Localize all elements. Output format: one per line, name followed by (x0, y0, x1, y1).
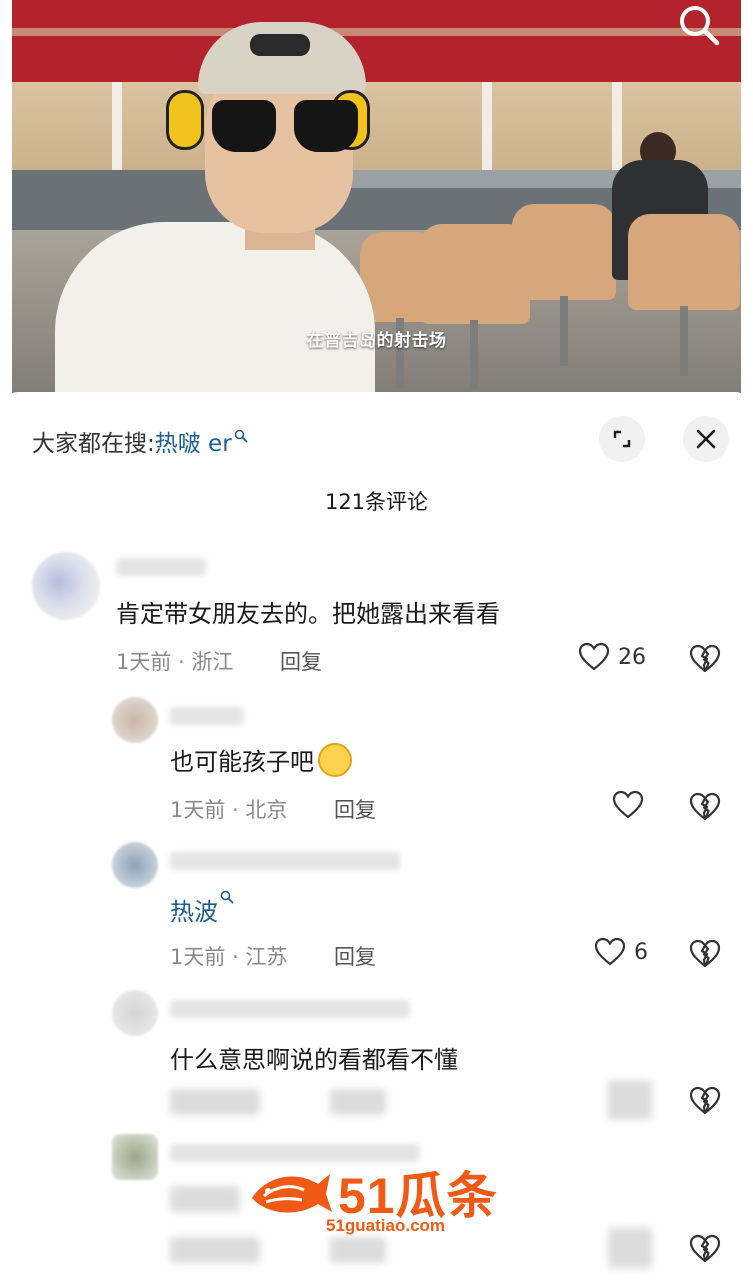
trending-prefix: 大家都在搜: (32, 431, 155, 457)
trending-search: 大家都在搜: 热啵 er (32, 424, 248, 458)
avatar[interactable] (112, 1134, 158, 1180)
reply-button[interactable]: 回复 (334, 941, 376, 971)
avatar[interactable] (112, 990, 158, 1036)
expand-button[interactable] (599, 416, 645, 462)
comments-sheet: 大家都在搜: 热啵 er 121条评论 肯定带女朋友去的。把她露出来看看 1天前… (0, 392, 753, 1280)
dislike-button[interactable] (689, 1234, 721, 1268)
like-button[interactable]: 26 (578, 642, 646, 672)
sunglasses (212, 100, 358, 154)
username-blurred[interactable] (170, 1000, 410, 1018)
search-small-icon (220, 890, 234, 904)
broken-heart-icon (689, 644, 721, 673)
reply-button[interactable]: 回复 (280, 646, 322, 676)
comment-count-title: 121条评论 (324, 490, 429, 514)
username-blurred[interactable] (170, 852, 400, 870)
username-blurred[interactable] (170, 707, 244, 725)
like-button-blurred[interactable] (608, 1080, 652, 1120)
broken-heart-icon (689, 792, 721, 821)
like-count: 26 (618, 644, 646, 670)
reply-button-blurred[interactable] (330, 1089, 386, 1115)
reply-button-blurred[interactable] (330, 1237, 386, 1263)
keyword-search-link[interactable]: 热波 (170, 890, 234, 927)
broken-heart-icon (689, 939, 721, 968)
comment-text: 肯定带女朋友去的。把她露出来看看 (116, 600, 500, 628)
broken-heart-icon (689, 1086, 721, 1115)
fish-logo-icon (252, 1174, 332, 1213)
range-banner (12, 0, 741, 82)
person-shirt (55, 222, 375, 410)
site-watermark: 51瓜条 51guatiao.com (246, 1158, 508, 1238)
dislike-button[interactable] (689, 1086, 721, 1120)
like-button[interactable]: 6 (594, 937, 648, 967)
avatar[interactable] (112, 842, 158, 888)
chair (628, 214, 740, 310)
comment-text: 也可能孩子吧 (170, 742, 352, 780)
chair (512, 204, 616, 300)
comment-meta: 1天前 · 浙江 (116, 650, 234, 674)
comment-meta-blurred (170, 1237, 260, 1263)
avatar[interactable] (32, 552, 100, 620)
heart-outline-icon (594, 937, 626, 966)
heart-outline-icon (578, 642, 610, 671)
avatar[interactable] (112, 697, 158, 743)
trending-keyword-link[interactable]: 热啵 er (155, 424, 248, 458)
search-button[interactable] (676, 2, 722, 48)
video-caption: 在普吉岛的射击场 (306, 331, 447, 351)
dislike-button[interactable] (689, 644, 721, 678)
like-button[interactable] (612, 790, 644, 820)
search-small-icon (234, 429, 248, 443)
like-count: 6 (634, 939, 648, 965)
comment-text: 什么意思啊说的看都看不懂 (170, 1046, 458, 1074)
dislike-button[interactable] (689, 939, 721, 973)
broken-heart-icon (689, 1234, 721, 1263)
earmuff-left (166, 90, 204, 150)
video-player[interactable]: 在普吉岛的射击场 (0, 0, 753, 410)
thinking-emoji-icon (318, 743, 352, 777)
comment-meta: 1天前 · 江苏 (170, 945, 288, 969)
reply-button[interactable]: 回复 (334, 794, 376, 824)
comment-text-blurred (170, 1186, 240, 1212)
heart-outline-icon (612, 790, 644, 819)
dislike-button[interactable] (689, 792, 721, 826)
cap-logo (250, 34, 310, 56)
close-icon (696, 429, 716, 449)
comment-meta: 1天前 · 北京 (170, 798, 288, 822)
search-icon (680, 6, 720, 46)
username-blurred[interactable] (116, 558, 206, 576)
watermark-url: 51guatiao.com (326, 1216, 446, 1235)
comment-meta-blurred (170, 1089, 260, 1115)
expand-icon (613, 430, 631, 448)
close-button[interactable] (683, 416, 729, 462)
like-button-blurred[interactable] (608, 1228, 652, 1268)
